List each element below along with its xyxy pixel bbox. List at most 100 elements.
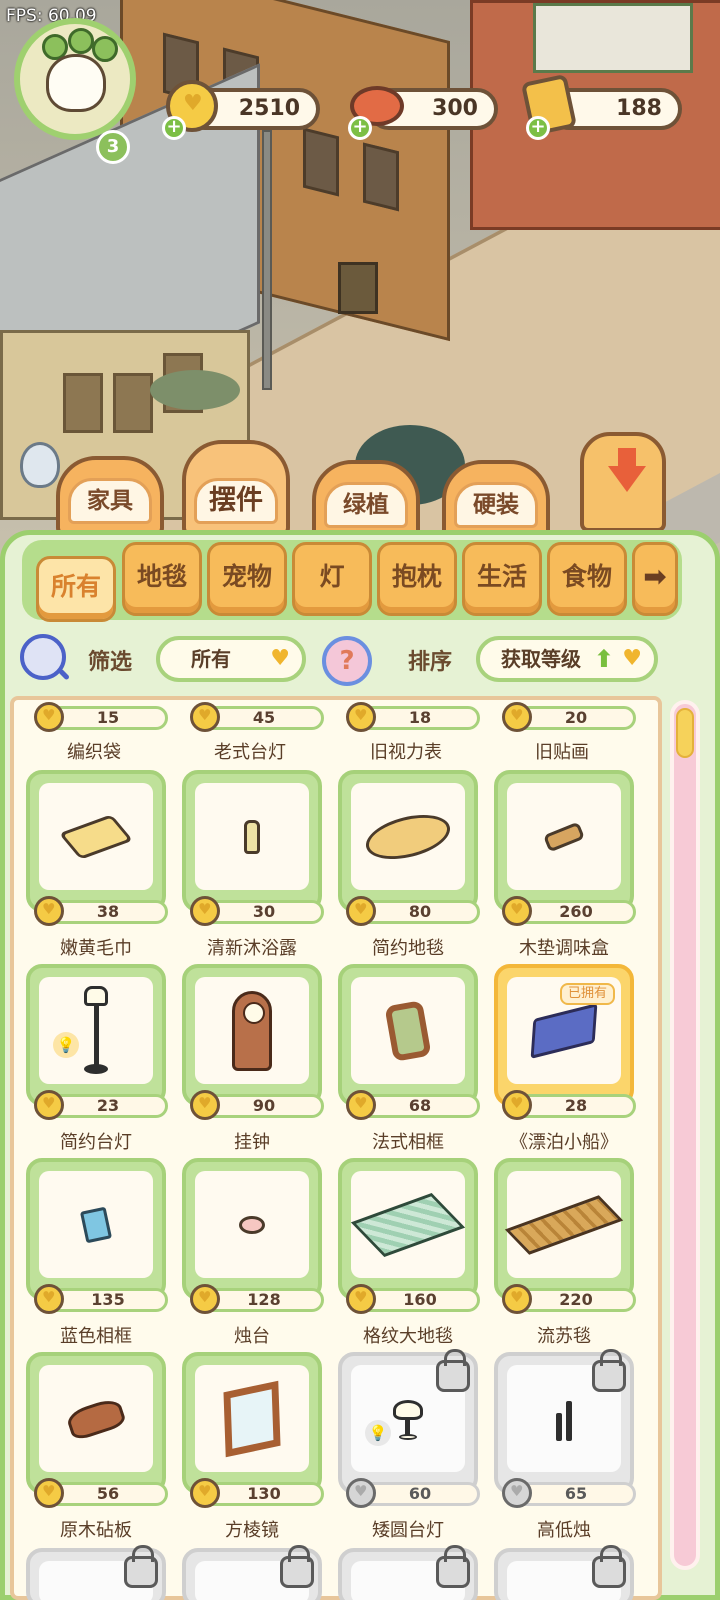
dropdown-heart-icon: ♥ bbox=[622, 646, 642, 671]
item-card[interactable] bbox=[338, 770, 478, 912]
item-name: 蓝色相框 bbox=[60, 1326, 132, 1347]
item-card[interactable]: 💡 bbox=[26, 964, 166, 1106]
more-subtabs-arrow-icon[interactable]: ➡ bbox=[632, 542, 678, 616]
item-card-owned[interactable]: 已拥有 bbox=[494, 964, 634, 1106]
player-avatar[interactable] bbox=[14, 18, 136, 140]
book-icon bbox=[530, 1002, 598, 1059]
search-icon[interactable] bbox=[20, 634, 66, 680]
filter-dropdown[interactable]: 所有 ♥ bbox=[156, 636, 306, 682]
plaid-rug-icon bbox=[350, 1192, 466, 1257]
ticket-amount: 188 bbox=[616, 96, 662, 121]
lock-icon bbox=[436, 1349, 470, 1392]
arrow-down-icon bbox=[618, 448, 636, 468]
lock-icon bbox=[124, 1545, 158, 1588]
item-card-locked[interactable] bbox=[338, 1545, 478, 1600]
coin-icon bbox=[190, 1478, 220, 1508]
item-name: 嫩黄毛巾 bbox=[60, 938, 132, 959]
add-coins-button[interactable]: + bbox=[162, 116, 186, 140]
tassel-rug-icon bbox=[504, 1194, 624, 1255]
owned-badge: 已拥有 bbox=[559, 983, 615, 1005]
item-name: 《漂泊小船》 bbox=[510, 1132, 618, 1153]
item-card-locked[interactable] bbox=[182, 1545, 322, 1600]
filter-value: 所有 bbox=[191, 647, 231, 671]
item-card[interactable] bbox=[494, 1158, 634, 1300]
sort-value: 获取等级 bbox=[501, 647, 581, 671]
clock-icon bbox=[232, 990, 272, 1071]
item-card[interactable] bbox=[182, 770, 322, 912]
sort-label: 排序 bbox=[408, 650, 453, 675]
coin-icon bbox=[34, 1478, 64, 1508]
board-icon bbox=[64, 1395, 128, 1442]
subtab-lamps[interactable]: 灯 bbox=[292, 542, 372, 616]
tab-plants[interactable]: 绿植 bbox=[312, 460, 420, 540]
candle-icon bbox=[239, 1215, 265, 1234]
coin-icon bbox=[346, 1478, 376, 1508]
item-price: 90 bbox=[204, 1094, 324, 1118]
sort-dropdown[interactable]: 获取等级 ⬆ ♥ bbox=[476, 636, 658, 682]
coin-icon bbox=[346, 1090, 376, 1120]
mirror-icon bbox=[223, 1380, 281, 1457]
item-card[interactable] bbox=[26, 770, 166, 912]
coin-icon bbox=[34, 1284, 64, 1314]
subtab-living[interactable]: 生活 bbox=[462, 542, 542, 616]
item-card-locked[interactable] bbox=[494, 1349, 634, 1494]
item-name: 高低烛 bbox=[537, 1520, 591, 1541]
subtab-all[interactable]: 所有 bbox=[36, 556, 116, 622]
scrollbar[interactable] bbox=[670, 700, 700, 1570]
item-card[interactable] bbox=[182, 964, 322, 1106]
coin-icon bbox=[190, 1090, 220, 1120]
coin-amount: 2510 bbox=[238, 96, 300, 121]
item-name: 烛台 bbox=[234, 1326, 270, 1347]
item-name: 木垫调味盒 bbox=[519, 938, 609, 959]
tab-ornaments[interactable]: 摆件 bbox=[182, 440, 290, 536]
lock-icon bbox=[592, 1545, 626, 1588]
tab-hard-decor[interactable]: 硬装 bbox=[442, 460, 550, 540]
help-question-icon[interactable]: ? bbox=[322, 636, 372, 686]
item-card-locked[interactable] bbox=[494, 1545, 634, 1600]
subtab-pillows[interactable]: 抱枕 bbox=[377, 542, 457, 616]
subtab-pets[interactable]: 宠物 bbox=[207, 542, 287, 616]
subtab-rugs[interactable]: 地毯 bbox=[122, 542, 202, 616]
coin-icon bbox=[190, 896, 220, 926]
coin-icon bbox=[190, 1284, 220, 1314]
coin-icon bbox=[502, 702, 532, 732]
blue-frame-icon bbox=[79, 1206, 113, 1243]
collapse-panel-button[interactable] bbox=[580, 432, 666, 532]
item-name: 挂钟 bbox=[234, 1132, 270, 1153]
add-tickets-button[interactable]: + bbox=[526, 116, 550, 140]
item-name: 法式相框 bbox=[372, 1132, 444, 1153]
item-card[interactable] bbox=[182, 1158, 322, 1300]
item-price: 45 bbox=[204, 706, 324, 730]
item-card[interactable] bbox=[182, 1352, 322, 1494]
spice-box-icon bbox=[543, 821, 585, 852]
item-card[interactable] bbox=[26, 1352, 166, 1494]
item-card-locked[interactable] bbox=[26, 1545, 166, 1600]
item-price: 20 bbox=[516, 706, 636, 730]
coin-icon bbox=[346, 896, 376, 926]
item-card[interactable] bbox=[338, 964, 478, 1106]
item-price: 128 bbox=[204, 1288, 324, 1312]
item-card[interactable] bbox=[338, 1158, 478, 1300]
item-name: 简约地毯 bbox=[372, 938, 444, 959]
item-name: 矮圆台灯 bbox=[372, 1520, 444, 1541]
scrollbar-thumb[interactable] bbox=[676, 708, 694, 758]
coin-icon bbox=[346, 1284, 376, 1314]
item-name: 旧视力表 bbox=[370, 742, 442, 763]
add-meat-button[interactable]: + bbox=[348, 116, 372, 140]
item-price: 65 bbox=[516, 1482, 636, 1506]
item-name: 流苏毯 bbox=[537, 1326, 591, 1347]
tab-furniture[interactable]: 家具 bbox=[56, 456, 164, 536]
item-card[interactable] bbox=[26, 1158, 166, 1300]
tab-label: 摆件 bbox=[194, 478, 278, 524]
item-name: 清新沐浴露 bbox=[207, 938, 297, 959]
subtab-food[interactable]: 食物 bbox=[547, 542, 627, 616]
item-name: 旧贴画 bbox=[535, 742, 589, 763]
meat-amount: 300 bbox=[432, 96, 478, 121]
item-name: 老式台灯 bbox=[214, 742, 286, 763]
coin-icon bbox=[34, 702, 64, 732]
item-card[interactable] bbox=[494, 770, 634, 912]
item-price: 135 bbox=[48, 1288, 168, 1312]
snowman-icon bbox=[20, 442, 60, 488]
item-card-locked[interactable]: 💡 bbox=[338, 1349, 478, 1494]
tab-label: 绿植 bbox=[324, 482, 408, 528]
